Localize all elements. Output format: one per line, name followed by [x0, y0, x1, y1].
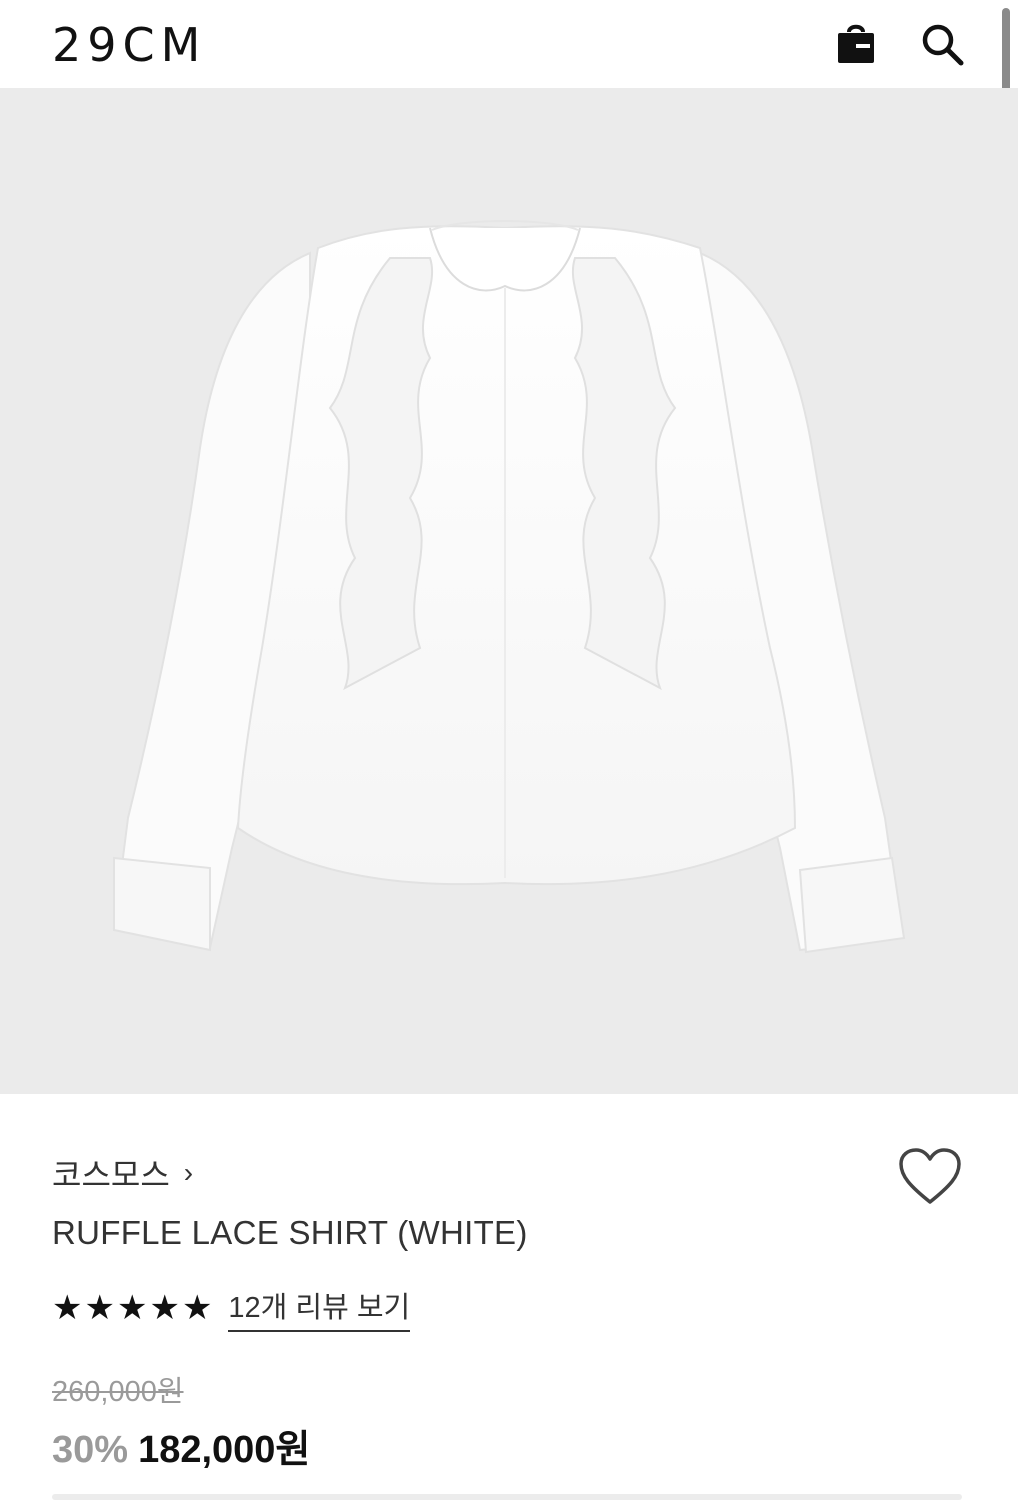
logo[interactable]: 29CM	[52, 18, 206, 72]
price-row: 30% 182,000원	[52, 1418, 310, 1473]
shopping-bag-button[interactable]	[832, 20, 880, 68]
divider	[52, 1494, 962, 1500]
star-icon: ★	[84, 1289, 115, 1327]
sale-price: 182,000원	[138, 1429, 311, 1471]
original-price: 260,000원	[52, 1376, 184, 1408]
product-info: 코스모스 › RUFFLE LACE SHIRT (WHITE) ★ ★ ★ ★…	[0, 1094, 1018, 1500]
heart-icon	[899, 1148, 961, 1204]
product-image[interactable]	[0, 88, 1018, 1094]
review-link[interactable]: 12개 리뷰 보기	[228, 1284, 411, 1332]
brand-link[interactable]: 코스모스 ›	[52, 1150, 193, 1196]
brand-name: 코스모스	[52, 1157, 170, 1193]
product-name: RUFFLE LACE SHIRT (WHITE)	[52, 1214, 528, 1251]
star-icon: ★	[149, 1289, 180, 1327]
search-button[interactable]	[918, 20, 966, 68]
rating-row: ★ ★ ★ ★ ★ 12개 리뷰 보기	[52, 1284, 411, 1332]
star-icon: ★	[181, 1289, 213, 1327]
wishlist-button[interactable]	[896, 1146, 964, 1208]
discount-rate: 30%	[52, 1429, 129, 1471]
shirt-illustration	[112, 220, 906, 954]
rating-stars: ★ ★ ★ ★ ★	[52, 1291, 214, 1325]
star-icon: ★	[116, 1289, 148, 1327]
shopping-bag-icon	[838, 24, 874, 63]
top-header: 29CM	[0, 0, 1018, 88]
star-icon: ★	[52, 1289, 83, 1327]
chevron-right-icon: ›	[183, 1157, 194, 1188]
search-icon	[922, 24, 964, 66]
